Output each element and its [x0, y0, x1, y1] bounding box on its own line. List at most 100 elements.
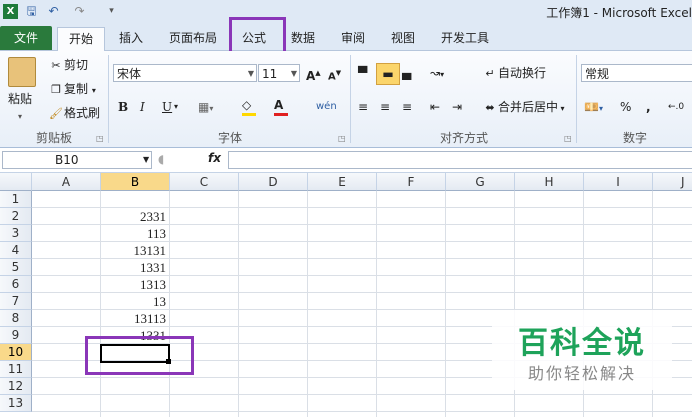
- merge-center-button[interactable]: ⬌ 合并后居中 ▾: [482, 99, 564, 117]
- paste-dropdown-icon[interactable]: ▾: [18, 109, 22, 125]
- align-top-icon[interactable]: ▀: [358, 65, 367, 81]
- scissors-icon: ✂: [51, 58, 61, 72]
- name-box[interactable]: B10 ▼: [2, 151, 152, 169]
- column-header-d[interactable]: D: [239, 173, 308, 191]
- copy-button[interactable]: ❐ 复制 ▾: [48, 81, 96, 99]
- column-header-f[interactable]: F: [377, 173, 446, 191]
- number-format-select[interactable]: 常规: [581, 64, 692, 82]
- accounting-format-icon[interactable]: 💴▾: [584, 99, 603, 117]
- align-right-icon[interactable]: ≡: [402, 99, 412, 115]
- row-header[interactable]: 9: [0, 327, 32, 344]
- window-title: 工作簿1 - Microsoft Excel: [546, 6, 692, 20]
- undo-icon[interactable]: ↶: [46, 4, 61, 19]
- column-header-j[interactable]: J: [653, 173, 692, 191]
- gridline: [307, 191, 308, 417]
- row-header[interactable]: 13: [0, 395, 32, 412]
- excel-logo-icon[interactable]: X: [3, 4, 18, 19]
- column-header-c[interactable]: C: [170, 173, 239, 191]
- tab-insert[interactable]: 插入: [110, 27, 152, 49]
- underline-button[interactable]: U: [162, 99, 172, 115]
- cell-b5[interactable]: 1331: [101, 259, 169, 276]
- comma-button[interactable]: ,: [646, 99, 651, 115]
- gridline: [238, 191, 239, 417]
- ribbon-tabs: 文件 开始 插入 页面布局 公式 数据 审阅 视图 开发工具: [0, 24, 692, 51]
- gridline: [445, 191, 446, 417]
- row-header-selected[interactable]: 10: [0, 344, 32, 361]
- font-group-label: 字体: [217, 131, 242, 145]
- column-header-b[interactable]: B: [101, 173, 170, 191]
- row-header[interactable]: 3: [0, 225, 32, 242]
- insert-function-icon[interactable]: fx: [208, 151, 221, 165]
- cell-b7[interactable]: 13: [101, 293, 169, 310]
- align-center-icon[interactable]: ≡: [380, 99, 390, 115]
- orientation-icon[interactable]: ↝▾: [430, 65, 444, 83]
- cell-b6[interactable]: 1313: [101, 276, 169, 293]
- column-header-h[interactable]: H: [515, 173, 584, 191]
- fill-color-icon[interactable]: ◇: [242, 97, 256, 116]
- row-header[interactable]: 11: [0, 361, 32, 378]
- align-bottom-icon[interactable]: ▄: [402, 65, 411, 81]
- row-header[interactable]: 12: [0, 378, 32, 395]
- row-header[interactable]: 8: [0, 310, 32, 327]
- format-painter-button[interactable]: 🖌格式刷: [48, 105, 100, 121]
- tab-developer[interactable]: 开发工具: [432, 27, 498, 49]
- column-header-e[interactable]: E: [308, 173, 377, 191]
- save-icon[interactable]: 🖫: [24, 4, 39, 19]
- clipboard-dialog-launcher-icon[interactable]: ◳: [96, 131, 104, 147]
- row-header[interactable]: 1: [0, 191, 32, 208]
- align-left-icon[interactable]: ≡: [358, 99, 368, 115]
- increase-decimal-icon[interactable]: ←.0: [668, 99, 684, 115]
- cell-b8[interactable]: 13113: [101, 310, 169, 327]
- alignment-group-label: 对齐方式: [439, 131, 488, 145]
- decrease-indent-icon[interactable]: ⇤: [430, 99, 440, 115]
- cell-b2[interactable]: 2331: [101, 208, 169, 225]
- row-header[interactable]: 4: [0, 242, 32, 259]
- percent-button[interactable]: %: [620, 99, 631, 115]
- tab-view[interactable]: 视图: [382, 27, 424, 49]
- row-header[interactable]: 7: [0, 293, 32, 310]
- gridline: [376, 191, 377, 417]
- cell-b4[interactable]: 13131: [101, 242, 169, 259]
- formula-input[interactable]: [228, 151, 692, 169]
- font-color-icon[interactable]: A: [274, 97, 288, 116]
- tab-home[interactable]: 开始: [57, 27, 105, 51]
- clipboard-group-label: 剪贴板: [35, 131, 72, 145]
- align-middle-icon[interactable]: ▬: [376, 63, 400, 85]
- shrink-font-icon[interactable]: A▼: [328, 65, 341, 85]
- alignment-dialog-launcher-icon[interactable]: ◳: [564, 131, 572, 147]
- cut-button[interactable]: ✂ 剪切: [48, 57, 88, 73]
- redo-icon[interactable]: ↷: [72, 4, 87, 19]
- increase-indent-icon[interactable]: ⇥: [452, 99, 462, 115]
- tab-file[interactable]: 文件: [0, 26, 52, 50]
- paste-button[interactable]: 粘贴: [8, 91, 32, 107]
- bold-button[interactable]: B: [118, 99, 128, 115]
- grow-font-icon[interactable]: A▲: [306, 65, 321, 84]
- name-box-dropdown-icon[interactable]: ▼: [143, 152, 149, 168]
- select-all-corner[interactable]: [0, 173, 32, 191]
- column-header-a[interactable]: A: [32, 173, 101, 191]
- wrap-text-button[interactable]: ↵ 自动换行: [482, 65, 546, 81]
- tab-review[interactable]: 审阅: [332, 27, 374, 49]
- tab-page-layout[interactable]: 页面布局: [160, 27, 226, 49]
- font-name-select[interactable]: 宋体 ▼: [113, 64, 257, 82]
- underline-dropdown-icon[interactable]: ▾: [174, 99, 178, 115]
- customize-qat-icon[interactable]: ▾: [104, 4, 119, 19]
- column-header-i[interactable]: I: [584, 173, 653, 191]
- merge-center-label: 合并后居中: [498, 100, 559, 114]
- column-header-g[interactable]: G: [446, 173, 515, 191]
- cell-b3[interactable]: 113: [101, 225, 169, 242]
- font-dialog-launcher-icon[interactable]: ◳: [338, 131, 346, 147]
- row-header[interactable]: 6: [0, 276, 32, 293]
- row-header[interactable]: 2: [0, 208, 32, 225]
- format-painter-label: 格式刷: [64, 106, 101, 120]
- paste-icon[interactable]: [8, 57, 36, 87]
- number-format-value: 常规: [585, 67, 610, 81]
- phonetic-icon[interactable]: wén: [316, 99, 337, 115]
- formula-bar-expand-icon[interactable]: ◖: [158, 152, 164, 166]
- borders-icon[interactable]: ▦▾: [198, 99, 213, 117]
- row-header[interactable]: 5: [0, 259, 32, 276]
- tab-data[interactable]: 数据: [282, 27, 324, 49]
- font-size-select[interactable]: 11 ▼: [258, 64, 300, 82]
- watermark: 百科全说 助你轻松解决: [492, 310, 672, 390]
- italic-button[interactable]: I: [140, 99, 145, 115]
